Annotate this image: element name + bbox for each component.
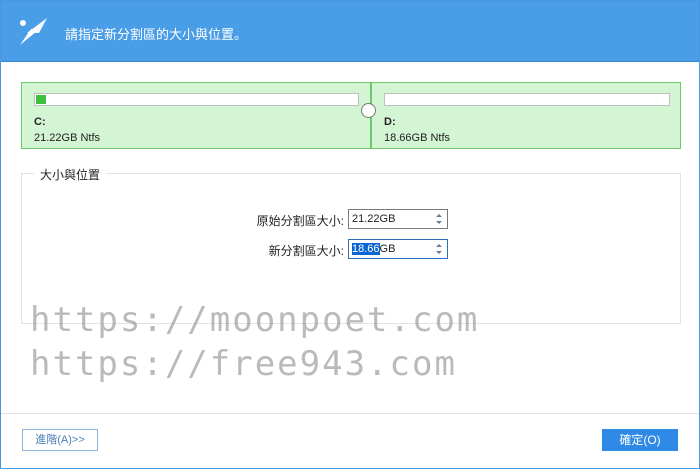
scissors-logo-icon (17, 15, 51, 49)
partition-name: D: (384, 116, 396, 128)
original-size-value: 21.22GB (352, 213, 396, 225)
partition-name: C: (34, 116, 46, 128)
dialog-header: 請指定新分割區的大小與位置。 (1, 1, 699, 61)
new-size-label: 新分割區大小: (268, 244, 344, 258)
partition-c[interactable]: C: 21.22GB Ntfs (21, 82, 371, 149)
arrow-up-icon[interactable] (436, 214, 442, 217)
arrow-up-icon[interactable] (436, 244, 442, 247)
new-size-value-selected: 18.66 (352, 243, 380, 255)
usage-bar (34, 93, 359, 106)
usage-bar-fill (36, 95, 46, 104)
usage-bar (384, 93, 670, 106)
advanced-button[interactable]: 進階(A)>> (22, 429, 98, 451)
disk-map: C: 21.22GB Ntfs D: 18.66GB Ntfs (21, 82, 681, 149)
original-size-label: 原始分割區大小: (256, 214, 344, 228)
arrow-down-icon[interactable] (436, 221, 442, 224)
partition-size: 18.66GB Ntfs (384, 132, 451, 144)
watermark-line-1: https://moonpoet.com (30, 300, 480, 340)
resize-handle[interactable] (361, 103, 376, 118)
ok-button[interactable]: 確定(O) (602, 429, 678, 451)
footer-divider (1, 413, 699, 414)
partition-size: 21.22GB Ntfs (34, 132, 101, 144)
new-size-unit: GB (379, 243, 396, 255)
dialog-title: 請指定新分割區的大小與位置。 (65, 27, 248, 42)
new-size-stepper[interactable]: 18.66GB (348, 239, 448, 259)
header-divider (1, 61, 699, 62)
original-size-stepper[interactable]: 21.22GB (348, 209, 448, 229)
group-title: 大小與位置 (34, 166, 107, 183)
arrow-down-icon[interactable] (436, 251, 442, 254)
partition-d[interactable]: D: 18.66GB Ntfs (371, 82, 681, 149)
watermark-line-2: https://free943.com (30, 344, 457, 384)
